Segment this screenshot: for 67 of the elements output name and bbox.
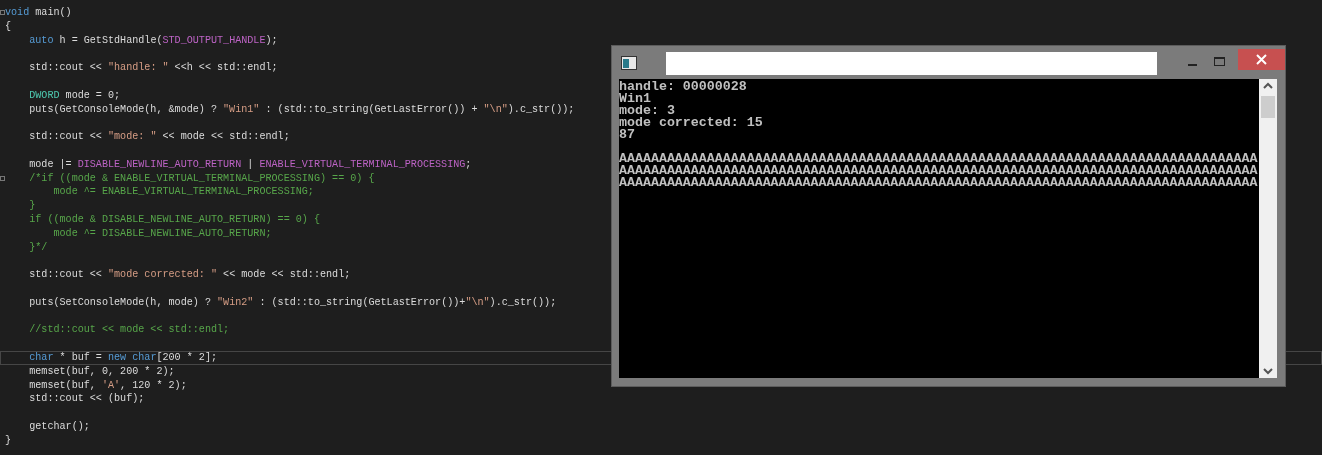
close-button[interactable]	[1238, 49, 1285, 70]
code-token: char	[28, 351, 54, 363]
code-token: "\n"	[483, 103, 508, 115]
code-token: DWORD	[28, 89, 60, 101]
code-token: |	[246, 158, 255, 170]
code-token: << mode << std::endl;	[222, 269, 351, 281]
code-token: ).c_str());	[507, 103, 575, 115]
code-token: if ((mode & DISABLE_NEWLINE_AUTO_RETURN) == 0) {	[28, 213, 320, 225]
code-token: "Win1"	[223, 103, 260, 115]
code-token: void	[5, 7, 30, 18]
code-token: memset(buf, 0, 200 * 2);	[28, 365, 175, 377]
code-token: : (std::to_string(GetLastError()) +	[264, 103, 479, 115]
code-token: std::cout <<	[28, 269, 103, 281]
code-token: //std::cout << mode << std::endl;	[28, 324, 230, 336]
code-token: );	[265, 34, 278, 46]
code-token: STD_OUTPUT_HANDLE	[162, 34, 266, 46]
code-token: }*/	[28, 241, 48, 253]
code-token: "mode corrected: "	[108, 269, 217, 281]
code-token: }	[28, 200, 36, 212]
code-token: "mode: "	[108, 131, 157, 143]
code-token: auto	[28, 34, 54, 46]
console-app-icon	[621, 55, 637, 70]
code-token: std::cout << (buf);	[28, 393, 145, 405]
code-token: mode ^= DISABLE_NEWLINE_AUTO_RETURN;	[52, 227, 272, 239]
code-token: std::cout <<	[28, 62, 103, 74]
code-token: }	[5, 434, 12, 446]
code-token: ;	[465, 158, 472, 170]
code-token: : (std::to_string(GetLastError())+	[258, 296, 466, 308]
code-token: getchar();	[28, 420, 90, 432]
code-token: << mode << std::endl;	[161, 131, 290, 143]
scroll-up-icon[interactable]	[1263, 82, 1273, 90]
code-token: /*if ((mode & ENABLE_VIRTUAL_TERMINAL_PROCESSING) == 0) {	[28, 172, 375, 184]
code-token: {	[5, 20, 12, 32]
console-line: AAAAAAAAAAAAAAAAAAAAAAAAAAAAAAAAAAAAAAAAAAAAAAAAAAAAAAAAAAAAAAAAAAAAAAAAAAAAAAAA	[619, 153, 1259, 165]
console-line: AAAAAAAAAAAAAAAAAAAAAAAAAAAAAAAAAAAAAAAAAAAAAAAAAAAAAAAAAAAAAAAAAAAAAAAAAAAAAAAA	[619, 177, 1259, 189]
code-token: memset(buf,	[28, 379, 97, 391]
code-token: [200 * 2];	[156, 351, 218, 363]
code-token: puts(SetConsoleMode(h, mode) ?	[28, 296, 212, 308]
collapse-icon[interactable]	[0, 175, 5, 181]
code-token: , 120 * 2);	[120, 379, 187, 391]
code-token: std::cout <<	[28, 131, 103, 143]
code-token: main()	[34, 7, 72, 18]
console-line: Win1	[619, 93, 651, 105]
console-line: 87	[619, 129, 636, 141]
code-token: 'A'	[101, 379, 121, 391]
scroll-thumb[interactable]	[1261, 96, 1275, 118]
scrollbar[interactable]	[1259, 79, 1277, 378]
code-token: mode ^= ENABLE_VIRTUAL_TERMINAL_PROCESSING;	[52, 186, 314, 198]
code-token: * buf =	[58, 351, 103, 363]
code-token: DISABLE_NEWLINE_AUTO_RETURN	[77, 158, 242, 170]
code-token: mode = 0;	[64, 89, 121, 101]
code-token: new char	[108, 351, 157, 363]
code-token: ENABLE_VIRTUAL_TERMINAL_PROCESSING	[259, 158, 466, 170]
code-token: ).c_str());	[489, 296, 557, 308]
code-token: mode |=	[28, 158, 73, 170]
console-line: mode: 3	[619, 105, 675, 117]
collapse-icon[interactable]	[0, 10, 5, 15]
code-token: puts(GetConsoleMode(h, &mode) ?	[28, 103, 218, 115]
code-token: "Win2"	[217, 296, 254, 308]
console-line: handle: 00000028	[619, 81, 748, 93]
code-token: "handle: "	[108, 62, 169, 74]
code-token: "\n"	[465, 296, 490, 308]
console-line: mode corrected: 15	[619, 117, 764, 129]
code-token: <<h << std::endl;	[173, 62, 278, 74]
code-token: h = GetStdHandle(	[58, 34, 163, 46]
scroll-down-icon[interactable]	[1263, 367, 1273, 375]
console-line: AAAAAAAAAAAAAAAAAAAAAAAAAAAAAAAAAAAAAAAAAAAAAAAAAAAAAAAAAAAAAAAAAAAAAAAAAAAAAAAA	[619, 165, 1259, 177]
